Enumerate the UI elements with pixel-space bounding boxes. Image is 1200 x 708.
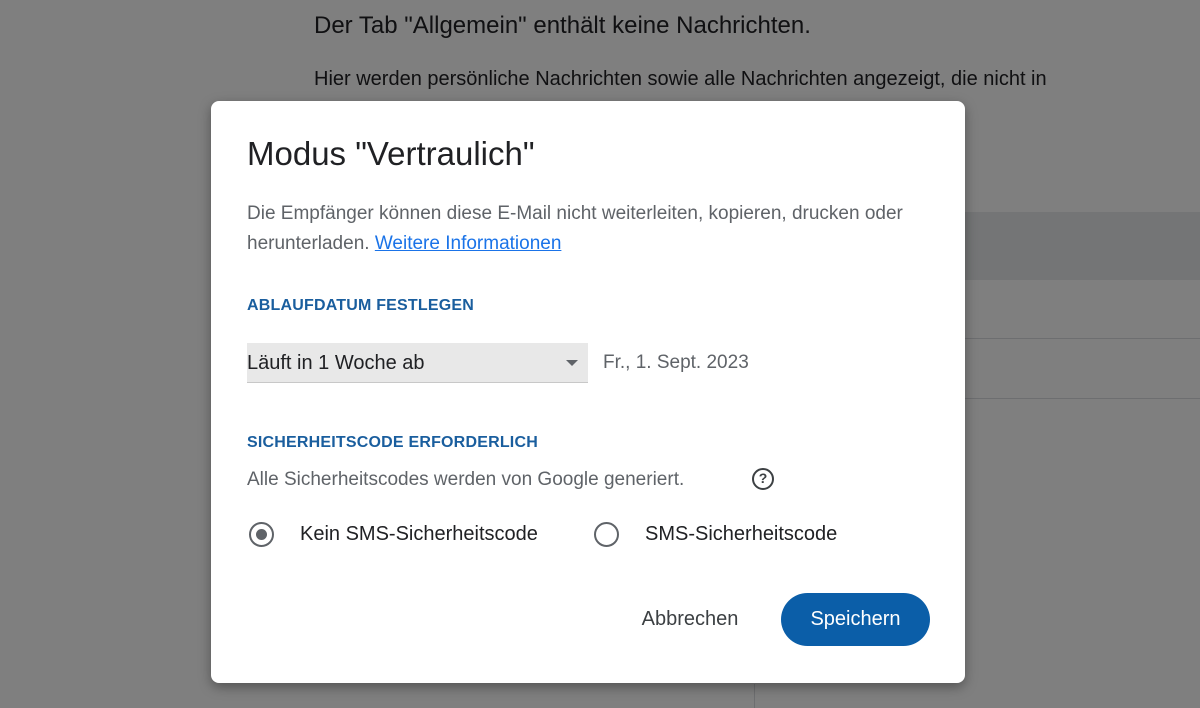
description-text: Die Empfänger können diese E-Mail nicht … xyxy=(247,203,903,254)
radio-label: Kein SMS-Sicherheitscode xyxy=(300,523,538,545)
expiry-heading: ABLAUFDATUM FESTLEGEN xyxy=(247,297,474,314)
dropdown-arrow-icon xyxy=(566,360,578,366)
expiry-date: Fr., 1. Sept. 2023 xyxy=(603,352,749,373)
radio-checked-icon[interactable] xyxy=(249,522,274,547)
passcode-info: Alle Sicherheitscodes werden von Google … xyxy=(247,469,685,490)
radio-label: SMS-Sicherheitscode xyxy=(645,523,838,545)
save-button[interactable]: Speichern xyxy=(781,593,930,646)
confidential-mode-dialog: Modus "Vertraulich" Die Empfänger können… xyxy=(211,101,965,683)
passcode-heading: SICHERHEITSCODE ERFORDERLICH xyxy=(247,434,538,451)
learn-more-link[interactable]: Weitere Informationen xyxy=(375,233,562,254)
dialog-title: Modus "Vertraulich" xyxy=(247,135,535,172)
dialog-description: Die Empfänger können diese E-Mail nicht … xyxy=(247,199,937,259)
gmail-page: Der Tab "Allgemein" enthält keine Nachri… xyxy=(0,0,1200,708)
expiry-select-value: Läuft in 1 Woche ab xyxy=(247,352,425,374)
radio-unchecked-icon[interactable] xyxy=(594,522,619,547)
cancel-button[interactable]: Abbrechen xyxy=(623,593,757,645)
expiry-select[interactable]: Läuft in 1 Woche ab xyxy=(247,343,588,383)
help-icon[interactable]: ? xyxy=(752,468,774,490)
